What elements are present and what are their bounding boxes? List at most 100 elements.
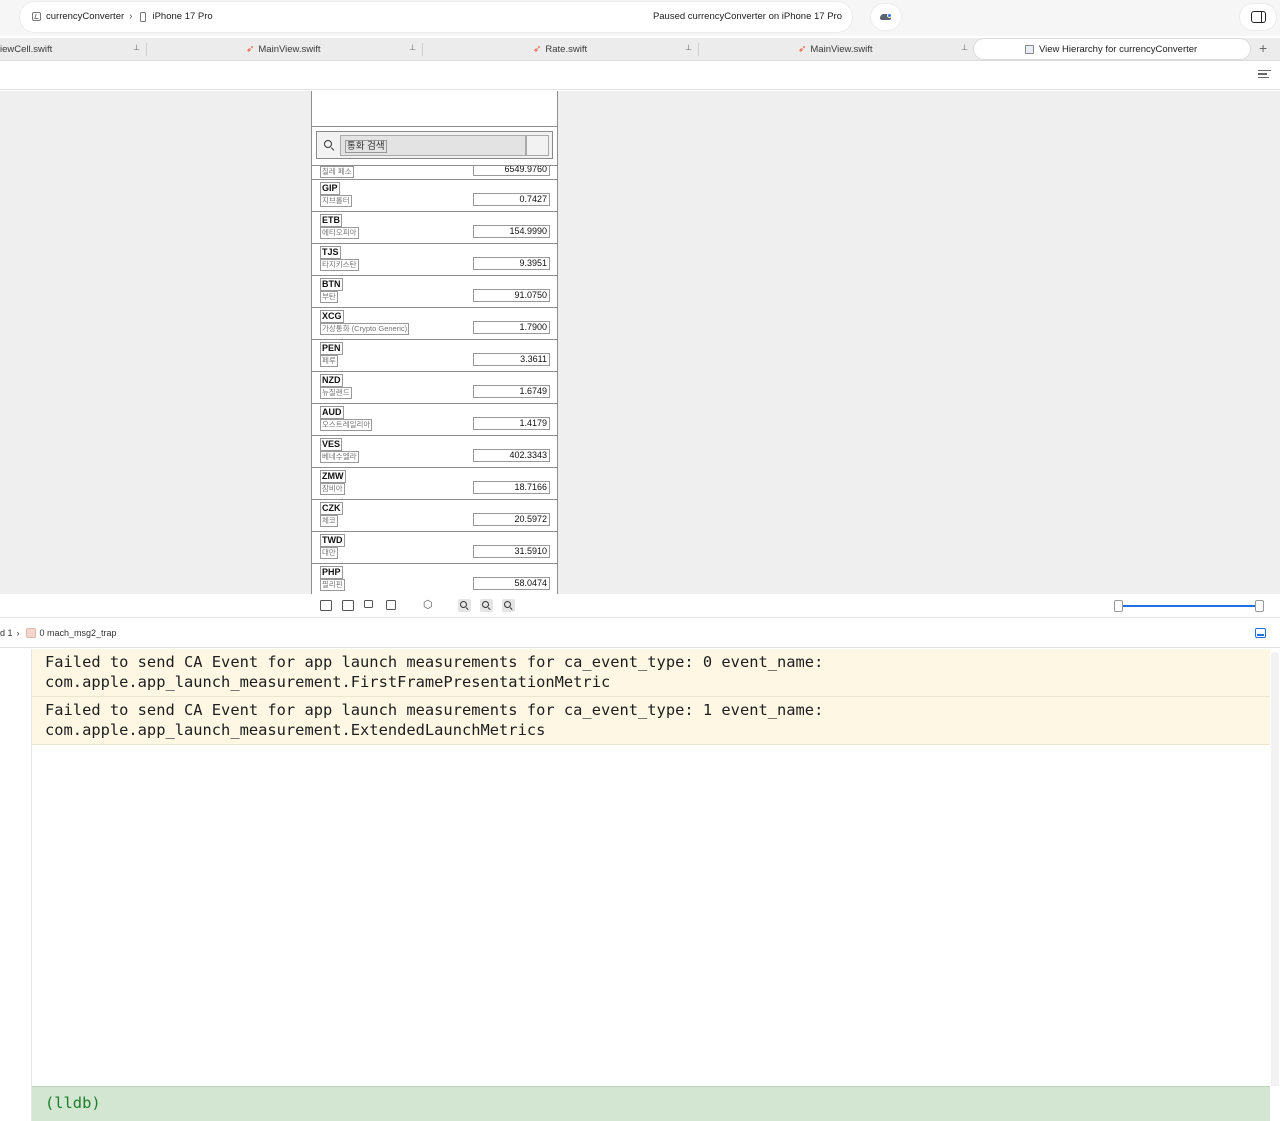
inspector-toggle-button[interactable]: [1240, 4, 1276, 30]
tab-mainview-swift[interactable]: ➶ MainView.swift ⊥: [246, 38, 422, 61]
search-bar[interactable]: 통화 검색: [316, 131, 553, 159]
tab-view-hierarchy[interactable]: View Hierarchy for currencyConverter: [974, 39, 1250, 59]
console-scrollbar[interactable]: [1271, 652, 1279, 1118]
table-row[interactable]: XCG 가상통화 (Crypto Generic) 1.7900: [312, 308, 557, 340]
debug-bar: d 1 › 0 mach_msg2_trap: [0, 620, 1280, 648]
change-canvas-background-icon[interactable]: [386, 600, 396, 610]
currency-rate: 91.0750: [473, 289, 550, 302]
tab-label: iewCell.swift: [0, 44, 53, 55]
console-toggle-icon[interactable]: [1255, 628, 1266, 638]
zoom-out-icon[interactable]: [458, 599, 471, 612]
pin-icon[interactable]: ⊥: [961, 43, 968, 52]
show-constraints-icon[interactable]: [342, 600, 354, 611]
pin-icon[interactable]: ⊥: [133, 43, 140, 52]
view-hierarchy-canvas[interactable]: 칠레 페소 6549.9760 GIP 지브롤터 0.7427 ETB 에티오피…: [0, 91, 1280, 594]
plus-icon[interactable]: +: [1259, 40, 1267, 56]
swift-icon: ➶: [798, 44, 807, 55]
table-row[interactable]: ETB 에티오피아 154.9990: [312, 212, 557, 244]
currency-rate: 3.3611: [473, 353, 550, 366]
console-gutter: [0, 649, 32, 1121]
breadcrumb[interactable]: d 1 › 0 mach_msg2_trap: [0, 628, 117, 638]
currency-rate: 1.4179: [473, 417, 550, 430]
table-row[interactable]: TJS 타지키스탄 9.3951: [312, 244, 557, 276]
scheme-device-name[interactable]: iPhone 17 Pro: [152, 11, 212, 22]
currency-code: AUD: [320, 406, 344, 419]
currency-code: CZK: [320, 502, 343, 515]
console-message: Failed to send CA Event for app launch m…: [32, 697, 1270, 745]
table-row[interactable]: VES 베네수엘라 402.3343: [312, 436, 557, 468]
currency-code: GIP: [320, 182, 340, 195]
tab-label: Rate.swift: [545, 44, 588, 55]
tab-divider: [422, 43, 423, 56]
editor-tab-bar: iewCell.swift ⊥ ➶ MainView.swift ⊥ ➶ Rat…: [0, 38, 1280, 61]
canvas-control-bar: ⬡: [0, 594, 1280, 618]
adjust-view-mode-icon[interactable]: [364, 600, 373, 608]
tab-divider: [146, 43, 147, 56]
show-clipped-content-icon[interactable]: [320, 600, 332, 611]
table-row[interactable]: CZK 체코 20.5972: [312, 500, 557, 532]
currency-code: XCG: [320, 310, 344, 323]
currency-name: 지브롤터: [320, 195, 352, 207]
slider-max-handle[interactable]: [1255, 600, 1264, 612]
currency-name: 오스트레일리아: [320, 419, 373, 431]
tab-label: View Hierarchy for currencyConverter: [1039, 43, 1198, 55]
currency-rate: 402.3343: [473, 449, 550, 462]
table-row[interactable]: PHP 필리핀 58.0474: [312, 564, 557, 594]
tab-rate-swift[interactable]: ➶ Rate.swift ⊥: [533, 38, 698, 61]
currency-rate: 20.5972: [473, 513, 550, 526]
currency-code: PHP: [320, 566, 343, 579]
swift-icon: ➶: [533, 44, 542, 55]
currency-name: 부탄: [320, 291, 338, 303]
table-row[interactable]: ZMW 잠비아 18.7166: [312, 468, 557, 500]
tab-mainview-swift-2[interactable]: ➶ MainView.swift ⊥: [798, 38, 974, 61]
scheme-selector[interactable]: currencyConverter › iPhone 17 Pro: [32, 11, 213, 22]
activity-button[interactable]: [871, 4, 901, 30]
table-row[interactable]: TWD 대만 31.5910: [312, 532, 557, 564]
lldb-input[interactable]: (lldb): [32, 1086, 1270, 1121]
build-status: Paused currencyConverter on iPhone 17 Pr…: [652, 11, 842, 22]
thread-label[interactable]: d 1: [0, 628, 13, 638]
stack-frame-label[interactable]: 0 mach_msg2_trap: [40, 628, 117, 638]
zoom-actual-icon[interactable]: [480, 599, 493, 612]
window-toolbar: currencyConverter › iPhone 17 Pro Paused…: [0, 0, 1280, 36]
search-placeholder: 통화 검색: [345, 140, 387, 153]
currency-rate: 31.5910: [473, 545, 550, 558]
orient-3d-icon[interactable]: ⬡: [423, 598, 435, 611]
currency-name: 에티오피아: [320, 227, 359, 239]
editor-options-icon[interactable]: [1258, 70, 1271, 81]
table-row[interactable]: AUD 오스트레일리아 1.4179: [312, 404, 557, 436]
jump-bar: [0, 62, 1280, 90]
pin-icon[interactable]: ⊥: [409, 43, 416, 52]
currency-name: 가상통화 (Crypto Generic): [320, 323, 410, 335]
currency-name: 베네수엘라: [320, 451, 359, 463]
view-hierarchy-icon: [1025, 44, 1034, 54]
status-dot-icon: [887, 13, 892, 18]
zoom-in-icon[interactable]: [502, 599, 515, 612]
pin-icon[interactable]: ⊥: [685, 43, 692, 52]
currency-list[interactable]: 칠레 페소 6549.9760 GIP 지브롤터 0.7427 ETB 에티오피…: [312, 148, 557, 594]
table-row[interactable]: BTN 부탄 91.0750: [312, 276, 557, 308]
currency-name: 뉴질랜드: [320, 387, 352, 399]
tab-label: MainView.swift: [258, 44, 321, 55]
currency-rate: 18.7166: [473, 481, 550, 494]
chevron-right-icon: ›: [16, 628, 20, 638]
layer-spacing-slider[interactable]: [1114, 600, 1264, 612]
currency-rate: 0.7427: [473, 193, 550, 206]
search-divider: [312, 165, 557, 166]
console-output[interactable]: Failed to send CA Event for app launch m…: [32, 649, 1270, 1086]
device-screen: 칠레 페소 6549.9760 GIP 지브롤터 0.7427 ETB 에티오피…: [311, 91, 558, 594]
currency-rate: 154.9990: [473, 225, 550, 238]
chevron-right-icon: ›: [129, 11, 133, 22]
currency-code: ZMW: [320, 470, 346, 483]
currency-code: TJS: [320, 246, 341, 259]
table-row[interactable]: PEN 페루 3.3611: [312, 340, 557, 372]
currency-code: TWD: [320, 534, 345, 547]
currency-name: 필리핀: [320, 579, 345, 591]
table-row[interactable]: GIP 지브롤터 0.7427: [312, 180, 557, 212]
tab-viewcell-swift[interactable]: iewCell.swift ⊥: [0, 38, 146, 61]
table-row[interactable]: NZD 뉴질랜드 1.6749: [312, 372, 557, 404]
console-message: Failed to send CA Event for app launch m…: [32, 649, 1270, 697]
search-clear-area: [526, 135, 549, 156]
stack-frame-icon: [25, 628, 36, 638]
slider-min-handle[interactable]: [1114, 600, 1123, 612]
